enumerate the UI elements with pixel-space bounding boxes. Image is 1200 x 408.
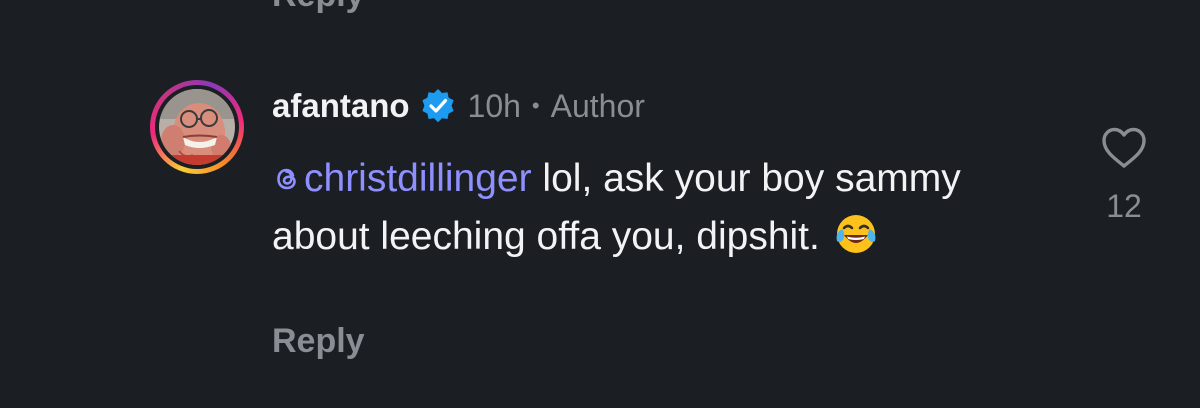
mention-link[interactable]: christdillinger xyxy=(272,157,532,200)
comment-body: christdillinger lol, ask your boy sammy … xyxy=(272,150,992,266)
avatar-ring-gap xyxy=(155,85,239,169)
timestamp: 10h xyxy=(467,87,521,124)
reply-button[interactable]: Reply xyxy=(272,322,365,361)
face-with-tears-of-joy-icon xyxy=(833,211,879,257)
comment-thread: Reply afant xyxy=(0,0,1200,408)
avatar-story-ring[interactable] xyxy=(150,80,244,174)
verified-badge-icon xyxy=(420,88,456,124)
like-control: 12 xyxy=(1096,126,1152,225)
previous-reply-button[interactable]: Reply xyxy=(272,0,365,12)
heart-outline-icon[interactable] xyxy=(1100,126,1148,170)
username-link[interactable]: afantano xyxy=(272,87,410,125)
avatar[interactable] xyxy=(159,89,235,165)
comment-header: afantano 10h • Author xyxy=(272,84,645,128)
separator-dot: • xyxy=(531,93,540,118)
threads-mention-icon xyxy=(272,153,302,190)
like-count: 12 xyxy=(1106,188,1142,224)
author-label: Author xyxy=(550,87,645,124)
avatar-image xyxy=(159,89,235,165)
mention-username[interactable]: christdillinger xyxy=(304,157,532,200)
